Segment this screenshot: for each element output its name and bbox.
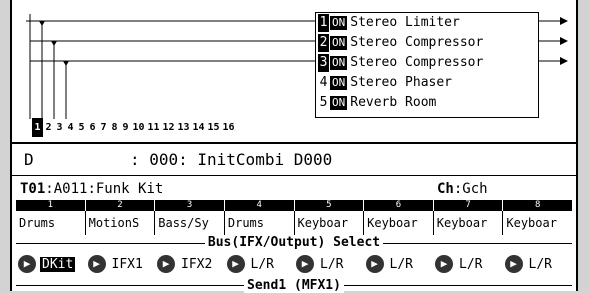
channel-11[interactable]: 11 — [146, 118, 161, 137]
ifx-effect-name: Stereo Limiter — [350, 15, 460, 30]
channel-7[interactable]: 7 — [98, 118, 109, 137]
arrow-right-icon[interactable]: ▶ — [365, 255, 384, 273]
timbre-program-8[interactable]: Keyboar — [503, 211, 572, 235]
timbre-header-6[interactable]: 6 — [364, 200, 434, 211]
timbre-program-2[interactable]: MotionS — [86, 211, 156, 235]
bus-value[interactable]: L/R — [457, 257, 484, 272]
divider — [12, 142, 576, 144]
arrow-right-icon[interactable]: ▶ — [18, 255, 36, 273]
ifx-slot-2[interactable]: 2 ON Stereo Compressor — [318, 34, 483, 52]
timbre-program-6[interactable]: Keyboar — [364, 211, 434, 235]
timbre-program-name: :A011:Funk Kit — [45, 181, 164, 197]
ifx-slot-number: 5 — [319, 95, 328, 110]
timbre-number-header: 1 2 3 4 5 6 7 8 — [16, 200, 572, 211]
bus-select-2[interactable]: ▶ IFX1 — [86, 250, 156, 278]
bus-select-7[interactable]: ▶ L/R — [433, 250, 503, 278]
bus-select-6[interactable]: ▶ L/R — [364, 250, 434, 278]
timbre-program-row: Drums MotionS Bass/Sy Drums Keyboar Keyb… — [16, 211, 572, 235]
ifx-effect-name: Stereo Phaser — [350, 75, 452, 90]
arrow-right-icon[interactable]: ▶ — [435, 255, 453, 273]
timbre-program-4[interactable]: Drums — [225, 211, 295, 235]
midi-channel-info: Ch:Gch — [437, 180, 488, 198]
channel-8[interactable]: 8 — [109, 118, 120, 137]
bus-select-5[interactable]: ▶ L/R — [294, 250, 364, 278]
timbre-header-5[interactable]: 5 — [295, 200, 365, 211]
ifx-routing-diagram: 1 ON Stereo Limiter 2 ON Stereo Compress… — [12, 0, 576, 138]
bus-select-3[interactable]: ▶ IFX2 — [155, 250, 225, 278]
timbre-header-4[interactable]: 4 — [225, 200, 295, 211]
arrow-right-icon[interactable]: ▶ — [296, 255, 314, 273]
channel-14[interactable]: 14 — [191, 118, 206, 137]
combi-name-field[interactable]: D : 000: InitCombi D000 — [24, 150, 332, 170]
channel-3[interactable]: 3 — [54, 118, 65, 137]
bus-select-label-text: Bus(IFX/Output) Select — [204, 235, 384, 250]
timbre-header-7[interactable]: 7 — [434, 200, 504, 211]
ifx-effect-name: Stereo Compressor — [350, 35, 484, 50]
bus-value[interactable]: IFX1 — [110, 257, 145, 272]
bus-select-4[interactable]: ▶ L/R — [225, 250, 295, 278]
timbre-program-7[interactable]: Keyboar — [434, 211, 504, 235]
arrow-right-icon[interactable]: ▶ — [504, 255, 523, 273]
timbre-header-1[interactable]: 1 — [16, 200, 86, 211]
timbre-number: T01 — [20, 181, 46, 197]
bus-select-1[interactable]: ▶ DKit — [16, 250, 86, 278]
ifx-slot-1[interactable]: 1 ON Stereo Limiter — [318, 14, 460, 32]
bus-value[interactable]: L/R — [249, 257, 276, 272]
selected-timbre-info: T01:A011:Funk Kit — [20, 180, 163, 198]
channel-16[interactable]: 16 — [221, 118, 236, 137]
ifx-slot-number: 1 — [318, 14, 329, 32]
ifx-on-badge[interactable]: ON — [330, 36, 348, 50]
channel-4[interactable]: 4 — [65, 118, 76, 137]
bus-select-row: ▶ DKit ▶ IFX1 ▶ IFX2 ▶ L/R ▶ L/R ▶ L/R ▶ L/R ▶ L… — [16, 250, 572, 278]
channel-6[interactable]: 6 — [87, 118, 98, 137]
channel-12[interactable]: 12 — [161, 118, 176, 137]
ifx-slot-5[interactable]: 5 ON Reverb Room — [318, 94, 436, 112]
channel-1[interactable]: 1 — [32, 118, 43, 137]
ifx-slot-number: 3 — [318, 54, 329, 72]
ifx-slot-3[interactable]: 3 ON Stereo Compressor — [318, 54, 483, 72]
timbre-header-8[interactable]: 8 — [503, 200, 572, 211]
bus-value[interactable]: DKit — [40, 256, 76, 272]
channel-2[interactable]: 2 — [43, 118, 54, 137]
arrow-right-icon[interactable]: ▶ — [226, 255, 245, 273]
channel-value: :Gch — [453, 181, 488, 197]
arrow-right-icon[interactable]: ▶ — [157, 255, 175, 273]
timbre-header-2[interactable]: 2 — [86, 200, 156, 211]
ifx-slot-number: 2 — [318, 34, 329, 52]
channel-5[interactable]: 5 — [76, 118, 87, 137]
channel-9[interactable]: 9 — [120, 118, 131, 137]
ifx-slot-number: 4 — [319, 75, 328, 90]
midi-channel-strip: 1 2 3 4 5 6 7 8 9 10 11 12 13 14 15 16 — [32, 118, 236, 138]
bus-select-label: Bus(IFX/Output) Select — [12, 235, 576, 250]
channel-13[interactable]: 13 — [176, 118, 191, 137]
timbre-program-5[interactable]: Keyboar — [295, 211, 365, 235]
timbre-program-3[interactable]: Bass/Sy — [155, 211, 225, 235]
ifx-on-badge[interactable]: ON — [330, 76, 348, 90]
bus-select-8[interactable]: ▶ L/R — [503, 250, 573, 278]
ifx-effect-name: Reverb Room — [350, 95, 437, 110]
bus-value[interactable]: L/R — [318, 257, 345, 272]
timbre-program-1[interactable]: Drums — [16, 211, 86, 235]
timbre-header-3[interactable]: 3 — [155, 200, 225, 211]
divider — [12, 175, 576, 176]
bus-value[interactable]: L/R — [527, 257, 554, 272]
channel-15[interactable]: 15 — [206, 118, 221, 137]
screen-frame: 1 ON Stereo Limiter 2 ON Stereo Compress… — [10, 0, 578, 293]
ifx-slot-list: 1 ON Stereo Limiter 2 ON Stereo Compress… — [315, 12, 539, 118]
arrow-right-icon[interactable]: ▶ — [87, 255, 106, 273]
bus-value[interactable]: L/R — [388, 257, 415, 272]
ifx-effect-name: Stereo Compressor — [350, 55, 484, 70]
ifx-on-badge[interactable]: ON — [330, 16, 348, 30]
channel-label: Ch — [437, 181, 454, 197]
ifx-on-badge[interactable]: ON — [330, 96, 348, 110]
ifx-on-badge[interactable]: ON — [330, 56, 348, 70]
channel-10[interactable]: 10 — [131, 118, 146, 137]
bus-value[interactable]: IFX2 — [179, 257, 214, 272]
ifx-slot-4[interactable]: 4 ON Stereo Phaser — [318, 74, 452, 92]
